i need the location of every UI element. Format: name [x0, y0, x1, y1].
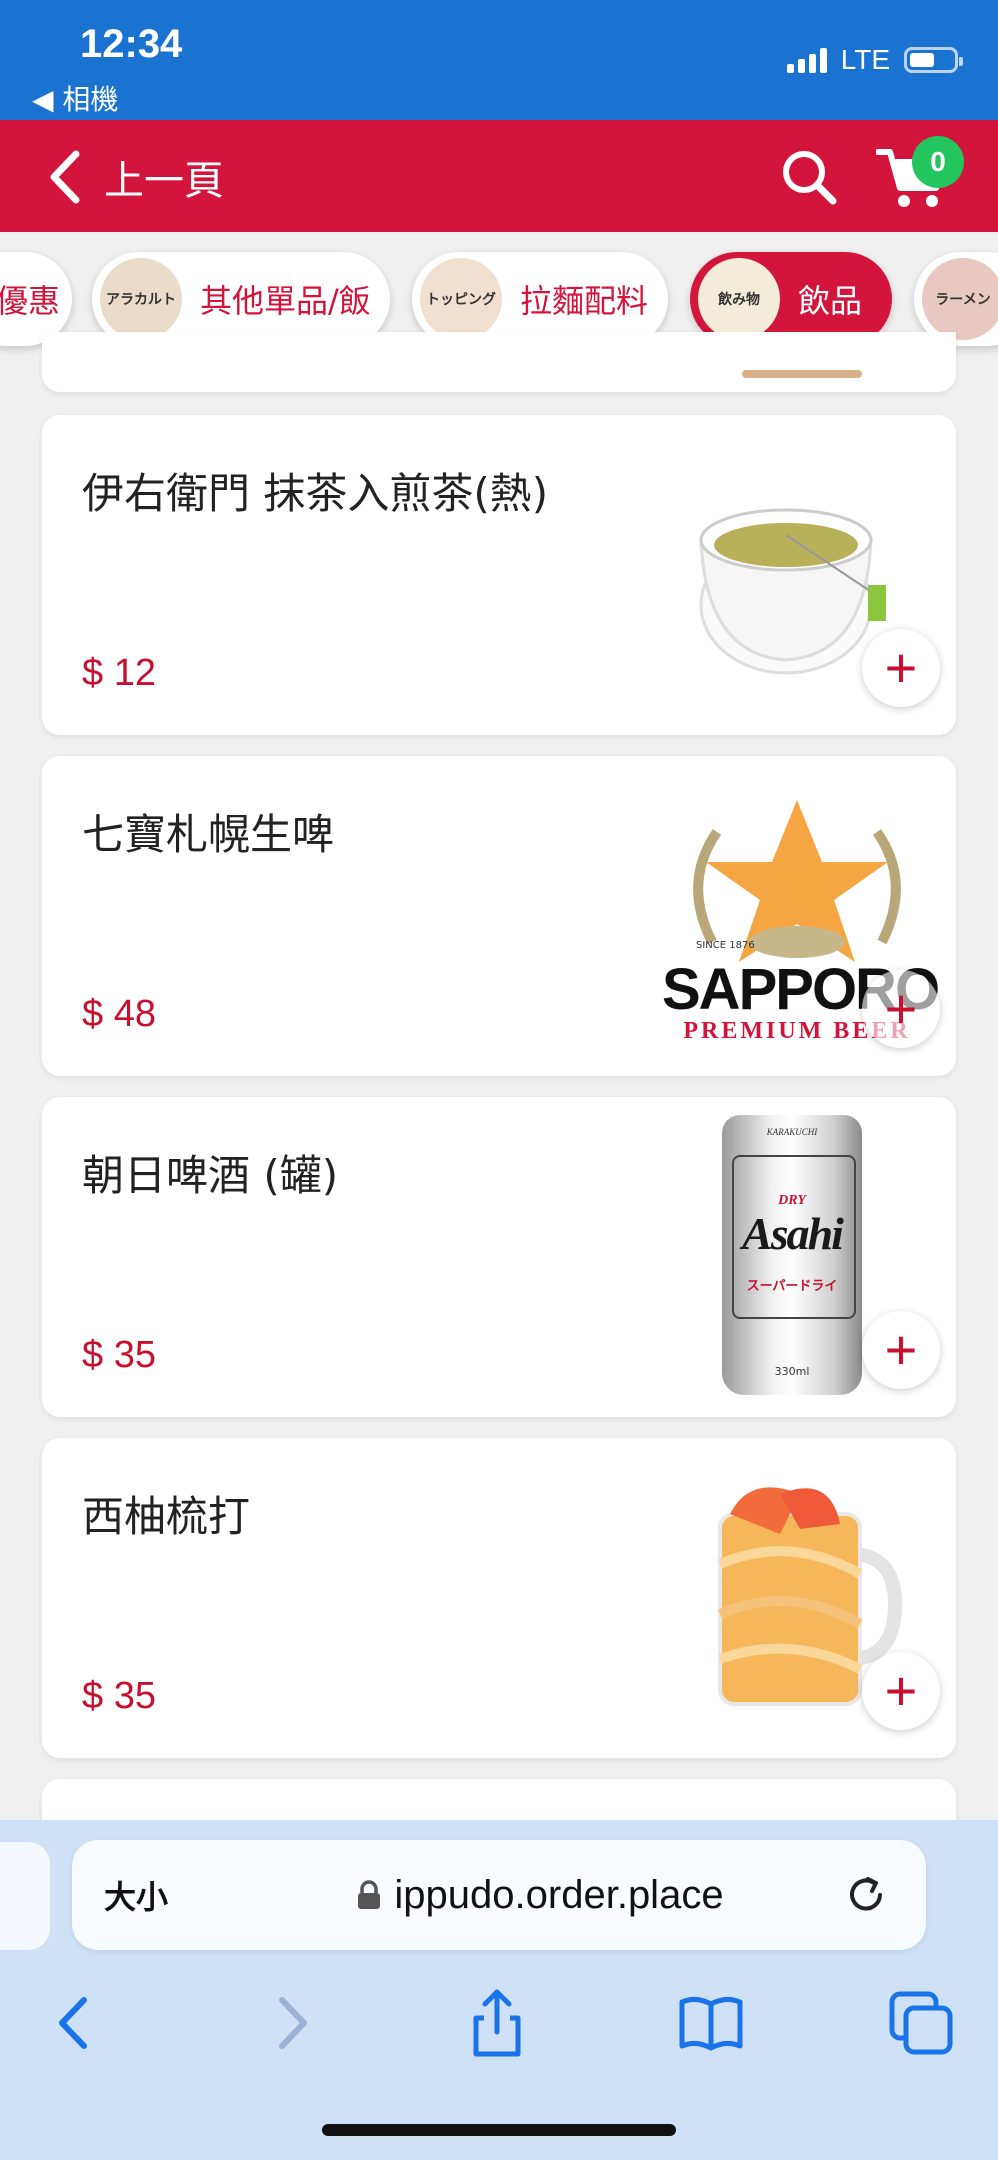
product-price: $ 48	[82, 993, 156, 1035]
add-to-cart-button[interactable]: +	[862, 970, 940, 1048]
category-thumb-label: トッピング	[426, 292, 496, 308]
status-time: 12:34	[80, 22, 183, 66]
app-header: 上一頁 0	[0, 120, 998, 232]
category-thumb: アラカルト	[100, 258, 182, 340]
category-thumb-label: アラカルト	[106, 292, 176, 308]
add-to-cart-button[interactable]: +	[862, 629, 940, 707]
back-to-app-link[interactable]: ◀ 相機	[32, 78, 118, 118]
cart-count-badge: 0	[912, 136, 964, 188]
text-size-button[interactable]: 大小	[104, 1872, 244, 1918]
back-label: 上一頁	[104, 158, 224, 204]
chevron-left-icon	[50, 150, 80, 204]
product-name: 西柚梳打	[82, 1492, 251, 1541]
category-thumb-label: 飲み物	[718, 292, 760, 308]
category-thumb: トッピング	[420, 258, 502, 340]
asahi-jp-text: スーパードライ	[746, 1279, 838, 1294]
asahi-size-text: 330ml	[774, 1365, 810, 1378]
asahi-brand-text: Asahi	[742, 1208, 844, 1259]
address-bar[interactable]: 大小 ippudo.order.place	[72, 1840, 926, 1950]
add-to-cart-button[interactable]: +	[862, 1652, 940, 1730]
battery-icon	[904, 47, 963, 73]
network-label: LTE	[840, 44, 890, 75]
product-card[interactable]: 伊右衛門 抹茶入煎茶(熱) $ 12 +	[42, 415, 956, 735]
asahi-top-text: KARAKUCHI	[766, 1127, 818, 1137]
home-indicator	[322, 2124, 676, 2136]
product-name: 朝日啤酒 (罐)	[82, 1151, 339, 1200]
browser-nav	[0, 1988, 998, 2078]
category-thumb-label: ラーメン	[935, 292, 991, 308]
status-indicators: LTE	[786, 44, 963, 76]
product-price: $ 35	[82, 1334, 156, 1376]
sapporo-since-text: SINCE 1876	[696, 940, 755, 951]
back-button[interactable]: 上一頁	[48, 148, 224, 206]
asahi-can-image: KARAKUCHI DRY Asahi スーパードライ 330ml	[722, 1115, 862, 1395]
tabs-icon[interactable]	[886, 1988, 956, 2058]
product-card[interactable]: 西柚梳打 $ 35 +	[42, 1438, 956, 1758]
status-bar: 12:34 ◀ 相機 LTE	[0, 0, 998, 120]
product-card-partial	[42, 332, 956, 392]
category-label: 優惠	[0, 282, 61, 320]
url-display[interactable]: ippudo.order.place	[244, 1873, 836, 1918]
product-name: 伊右衛門 抹茶入煎茶(熱)	[82, 469, 549, 518]
category-label: 其他單品/飯	[200, 282, 371, 320]
sapporo-star-icon	[693, 800, 901, 962]
url-domain: ippudo.order.place	[394, 1872, 724, 1917]
partial-product-image	[742, 370, 862, 378]
previous-tab-preview[interactable]	[0, 1842, 50, 1950]
category-thumb: ラーメン	[922, 258, 998, 340]
bookmarks-icon[interactable]	[676, 1988, 746, 2058]
reload-icon[interactable]	[836, 1873, 896, 1917]
search-icon[interactable]	[780, 148, 838, 206]
product-price: $ 12	[82, 652, 156, 694]
product-card[interactable]: 七寶札幌生啤 $ 48 SINCE 1876 SAPPORO PREMIUM B…	[42, 756, 956, 1076]
add-to-cart-button[interactable]: +	[862, 1311, 940, 1389]
back-arrow-icon[interactable]	[40, 1988, 110, 2058]
product-name: 七寶札幌生啤	[82, 810, 335, 859]
product-price: $ 35	[82, 1675, 156, 1717]
browser-toolbar: 大小 ippudo.order.place	[0, 1820, 998, 2160]
product-card[interactable]: 朝日啤酒 (罐) $ 35 KARAKUCHI DRY Asahi スーパードラ…	[42, 1097, 956, 1417]
category-label: 飲品	[798, 282, 863, 320]
category-thumb: 飲み物	[698, 258, 780, 340]
signal-icon	[786, 47, 827, 73]
category-label: 拉麵配料	[520, 282, 649, 320]
forward-arrow-icon[interactable]	[256, 1988, 326, 2058]
lock-icon	[358, 1880, 381, 1909]
share-icon[interactable]	[462, 1988, 532, 2058]
